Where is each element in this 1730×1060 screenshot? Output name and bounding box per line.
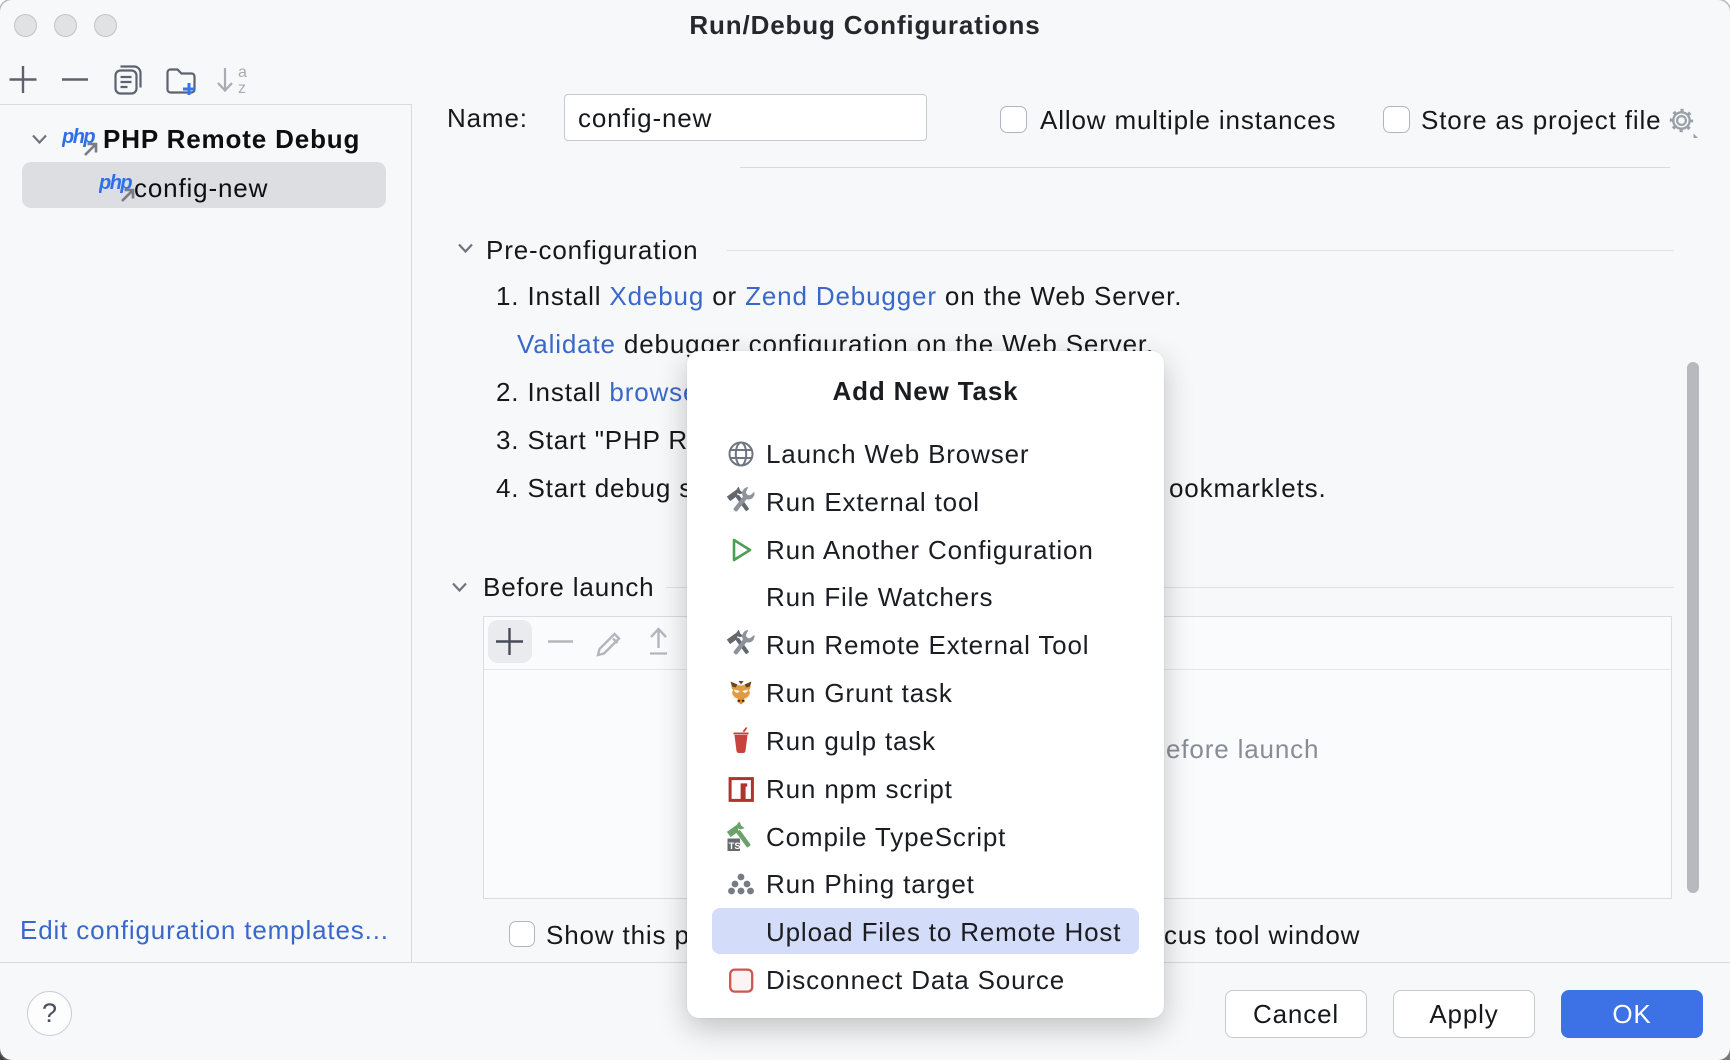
svg-text:z: z (238, 80, 246, 95)
svg-text:TS: TS (729, 841, 741, 852)
svg-text:a: a (238, 65, 247, 81)
